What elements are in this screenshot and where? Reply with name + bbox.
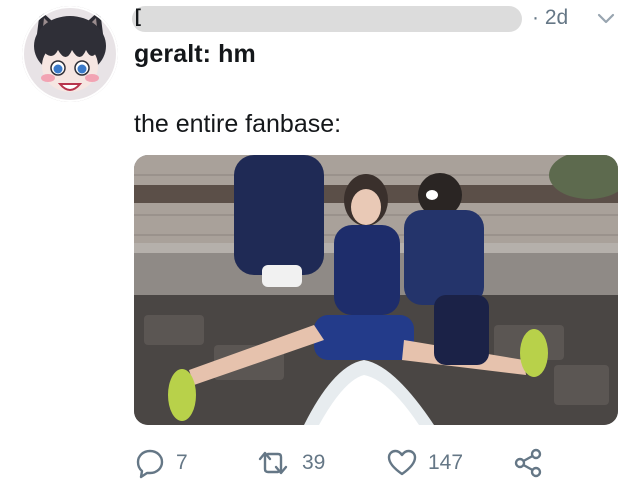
redacted-author-name — [132, 6, 522, 32]
tweet-actions-bar: 7 39 147 — [134, 446, 618, 480]
reply-count: 7 — [176, 451, 188, 474]
retweet-button[interactable]: 39 — [254, 446, 325, 480]
author-avatar[interactable] — [22, 6, 118, 102]
retweet-icon — [254, 447, 292, 479]
retweet-count: 39 — [302, 451, 326, 474]
chevron-down-icon[interactable] — [595, 11, 617, 27]
share-icon — [512, 447, 544, 479]
photo-illustration — [134, 155, 618, 425]
reply-icon — [134, 447, 166, 479]
reply-button[interactable]: 7 — [134, 446, 188, 480]
like-count: 147 — [428, 451, 464, 474]
like-button[interactable]: 147 — [386, 446, 463, 480]
avatar-illustration — [22, 6, 118, 102]
tweet-timestamp[interactable]: · 2d — [532, 6, 568, 30]
tweet-image[interactable] — [134, 155, 618, 425]
reply-context-text: geralt: hm — [134, 40, 256, 68]
author-name-fragment: [ — [135, 6, 141, 26]
tweet-text: the entire fanbase: — [134, 110, 342, 138]
heart-icon — [386, 447, 418, 479]
share-button[interactable] — [512, 446, 544, 480]
